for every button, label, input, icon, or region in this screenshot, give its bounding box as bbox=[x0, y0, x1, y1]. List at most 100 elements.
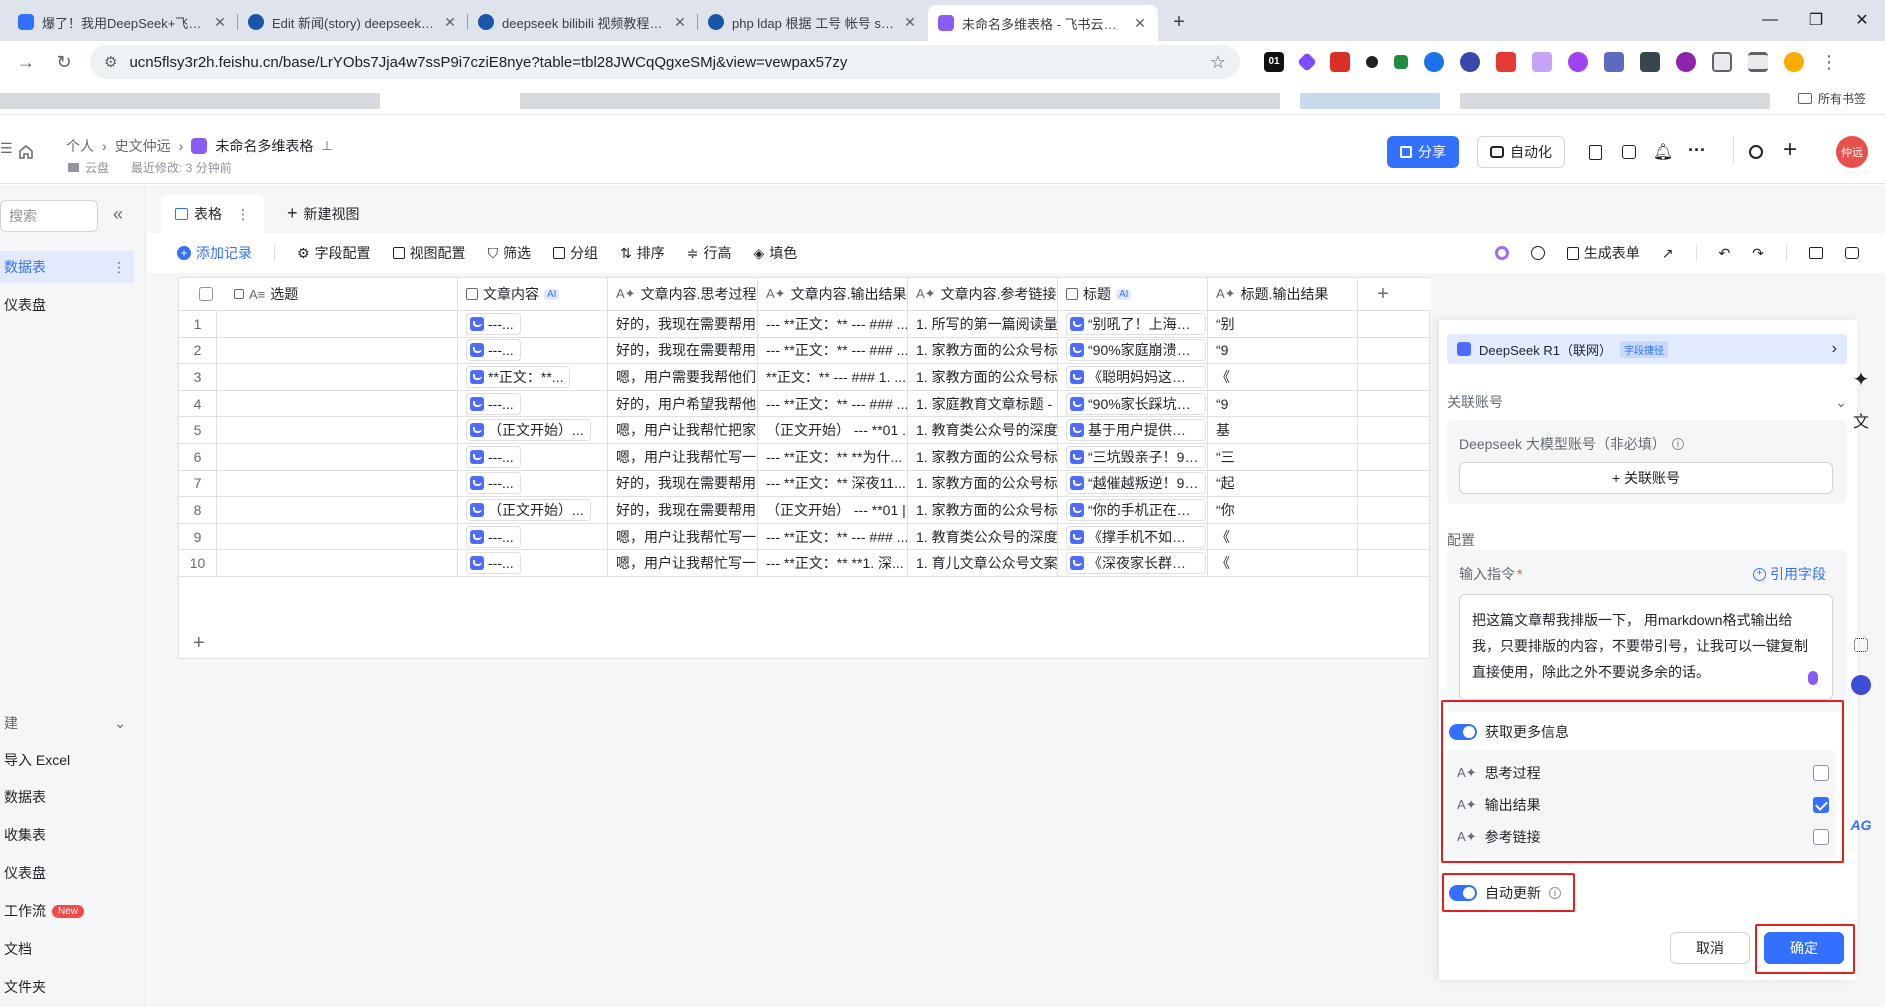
cell-content-output[interactable]: --- **正文：** --- ### ... bbox=[758, 390, 908, 417]
redo-icon[interactable]: ↷ bbox=[1752, 245, 1764, 262]
cell-title-output[interactable]: “9 bbox=[1208, 390, 1358, 417]
cell-topic[interactable] bbox=[217, 523, 458, 550]
sidebar-create-section[interactable]: 建 ⌄ bbox=[0, 707, 134, 739]
cell-content-output[interactable]: --- **正文：** --- ### ... bbox=[758, 523, 908, 550]
doc-info-icon[interactable] bbox=[1581, 138, 1609, 166]
instruction-textarea[interactable]: 把这篇文章帮我排版一下， 用markdown格式输出给我，只要排版的内容，不要带… bbox=[1459, 594, 1833, 700]
option-output-checkbox[interactable] bbox=[1813, 797, 1829, 813]
cell-content-thinking[interactable]: 嗯，用户让我帮忙把家... bbox=[608, 417, 758, 443]
generate-form-button[interactable]: 生成表单 bbox=[1566, 243, 1640, 263]
avatar[interactable]: 仲远 bbox=[1836, 136, 1868, 168]
ai-result-chip[interactable]: ---... bbox=[466, 472, 521, 495]
cell-content-thinking[interactable]: 嗯，用户让我帮忙写一... bbox=[608, 444, 758, 470]
cell-content-links[interactable]: 1. 所写的第一篇阅读量1... bbox=[908, 311, 1058, 337]
table-row[interactable]: 5 （正文开始）... 嗯，用户让我帮忙把家... （正文开始） --- **01 .… bbox=[179, 417, 1431, 444]
search-records-icon[interactable] bbox=[1809, 247, 1823, 259]
table-row[interactable]: 8 （正文开始）... 好的，我现在需要帮用... （正文开始） --- **01 |… bbox=[179, 497, 1431, 524]
ai-result-chip[interactable]: ---... bbox=[466, 552, 521, 575]
model-selector[interactable]: DeepSeek R1（联网） 字段捷径 › bbox=[1447, 334, 1847, 364]
extension-face-icon[interactable] bbox=[1460, 52, 1480, 72]
cell-content-thinking[interactable]: 好的，我现在需要帮用... bbox=[608, 497, 758, 523]
select-all-checkbox[interactable] bbox=[199, 287, 213, 301]
row-number[interactable]: 6 bbox=[179, 444, 217, 470]
tab-table-view[interactable]: 表格 ⋮ bbox=[161, 195, 264, 233]
row-number[interactable]: 3 bbox=[179, 364, 217, 390]
linked-account-section-header[interactable]: 关联账号 ⌄ bbox=[1447, 392, 1847, 412]
cell-topic[interactable] bbox=[217, 311, 458, 337]
browser-tab-5-active[interactable]: 未命名多维表格 - 飞书云文档 ✕ bbox=[928, 5, 1158, 41]
option-output-row[interactable]: A✦ 输出结果 bbox=[1457, 790, 1829, 820]
notification-bell-icon[interactable]: 🔔︎ bbox=[1649, 138, 1677, 166]
cell-title[interactable]: “90%家长踩坑的7... bbox=[1058, 390, 1208, 417]
sidebar-create-folder[interactable]: 文件夹 bbox=[0, 971, 134, 1003]
cell-title-output[interactable]: 基 bbox=[1208, 417, 1358, 443]
automation-button[interactable]: 自动化 bbox=[1477, 136, 1565, 168]
cell-title-output[interactable]: 《 bbox=[1208, 550, 1358, 576]
option-thinking-checkbox[interactable] bbox=[1813, 765, 1829, 781]
ai-result-chip[interactable]: ---... bbox=[466, 525, 521, 548]
profile-avatar-icon[interactable] bbox=[1784, 52, 1804, 72]
ai-sparkle-icon[interactable]: ✦ bbox=[1846, 364, 1876, 394]
cell-content-links[interactable]: 1. 家教方面的公众号标... bbox=[908, 337, 1058, 364]
cell-content[interactable]: ---... bbox=[458, 337, 608, 364]
option-links-checkbox[interactable] bbox=[1813, 829, 1829, 845]
close-tab-icon[interactable]: ✕ bbox=[1132, 15, 1148, 32]
undo-icon[interactable]: ↶ bbox=[1719, 245, 1731, 262]
cell-topic[interactable] bbox=[217, 417, 458, 443]
col-header-topic[interactable]: A≡ 选题 bbox=[179, 278, 458, 310]
minimize-icon[interactable]: — bbox=[1747, 0, 1793, 40]
browser-tab-4[interactable]: php ldap 根据 工号 帐号 sama ✕ bbox=[698, 5, 928, 39]
table-row[interactable]: 2 ---... 好的，我现在需要帮用... --- **正文：** --- ### … bbox=[179, 337, 1431, 365]
cell-content[interactable]: ---... bbox=[458, 390, 608, 417]
sidebar-create-form[interactable]: 收集表 bbox=[0, 819, 134, 851]
forward-icon[interactable]: → bbox=[14, 50, 38, 74]
breadcrumb-user[interactable]: 史文仲远 bbox=[115, 136, 171, 156]
ai-result-chip[interactable]: “越催越叛逆！90... bbox=[1066, 472, 1206, 495]
cell-content-thinking[interactable]: 好的，用户希望我帮他... bbox=[608, 390, 758, 417]
cell-content-links[interactable]: 1. 教育类公众号的深度... bbox=[908, 523, 1058, 550]
cell-content-links[interactable]: 1. 育儿文章公众号文案... bbox=[908, 550, 1058, 576]
cell-title-output[interactable]: “别 bbox=[1208, 311, 1358, 337]
ai-result-chip[interactable]: ---... bbox=[466, 312, 521, 335]
cell-content-thinking[interactable]: 好的，我现在需要帮用... bbox=[608, 311, 758, 337]
chevron-down-icon[interactable]: ⌄ bbox=[114, 715, 134, 732]
cell-title-output[interactable]: “三 bbox=[1208, 444, 1358, 470]
cell-title-output[interactable]: “你 bbox=[1208, 497, 1358, 523]
cell-topic[interactable] bbox=[217, 497, 458, 523]
cell-content[interactable]: ---... bbox=[458, 444, 608, 470]
sidebar-item-data-table[interactable]: 数据表 ⋮ bbox=[0, 251, 134, 283]
cell-content[interactable]: ---... bbox=[458, 311, 608, 337]
cell-content-thinking[interactable]: 嗯，用户让我帮忙写一... bbox=[608, 550, 758, 576]
ai-result-chip[interactable]: 《聪明妈妈这样做... bbox=[1066, 365, 1206, 388]
ai-result-chip[interactable]: “三坑毁亲子！90... bbox=[1066, 445, 1206, 468]
cell-content-output[interactable]: **正文：** --- ### 1. ... bbox=[758, 364, 908, 390]
cell-title[interactable]: “90%家庭崩溃的3... bbox=[1058, 337, 1208, 364]
row-number[interactable]: 10 bbox=[179, 550, 217, 576]
history-clock-icon[interactable] bbox=[1530, 246, 1545, 260]
add-record-button[interactable]: + 添加记录 bbox=[177, 243, 252, 263]
cancel-button[interactable]: 取消 bbox=[1670, 932, 1750, 964]
cell-content[interactable]: （正文开始）... bbox=[458, 497, 608, 523]
browser-menu-icon[interactable]: ⋮ bbox=[1820, 52, 1838, 73]
table-row[interactable]: 10 ---... 嗯，用户让我帮忙写一... --- **正文：** **1. 深.… bbox=[179, 550, 1431, 577]
close-tab-icon[interactable]: ✕ bbox=[442, 14, 458, 31]
cell-title-output[interactable]: 《 bbox=[1208, 364, 1358, 390]
add-column-plus-icon[interactable]: + bbox=[1358, 278, 1408, 310]
row-number[interactable]: 1 bbox=[179, 311, 217, 337]
sidebar-create-workflow[interactable]: 工作流 New bbox=[0, 895, 134, 927]
cell-content[interactable]: ---... bbox=[458, 550, 608, 576]
browser-tab-2[interactable]: Edit 新闻(story) deepseek bili ✕ bbox=[238, 5, 468, 39]
breadcrumb-personal[interactable]: 个人 bbox=[66, 136, 94, 156]
ai-result-chip[interactable]: “90%家长踩坑的7... bbox=[1066, 392, 1206, 415]
cell-title-output[interactable]: “起 bbox=[1208, 470, 1358, 497]
info-icon[interactable]: i bbox=[1671, 438, 1684, 450]
sidebar-create-doc[interactable]: 文档 bbox=[0, 933, 134, 965]
sidebar-create-table[interactable]: 数据表 bbox=[0, 781, 134, 813]
add-row-plus-icon[interactable]: + bbox=[193, 632, 205, 655]
extension-01-icon[interactable]: 01 bbox=[1264, 52, 1284, 72]
cell-content-output[interactable]: --- **正文：** **为什... bbox=[758, 444, 908, 470]
extension-globe-icon[interactable] bbox=[1676, 52, 1696, 72]
ai-result-chip[interactable]: （正文开始）... bbox=[466, 498, 591, 521]
new-view-button[interactable]: + 新建视图 bbox=[287, 203, 360, 224]
cell-topic[interactable] bbox=[217, 470, 458, 497]
